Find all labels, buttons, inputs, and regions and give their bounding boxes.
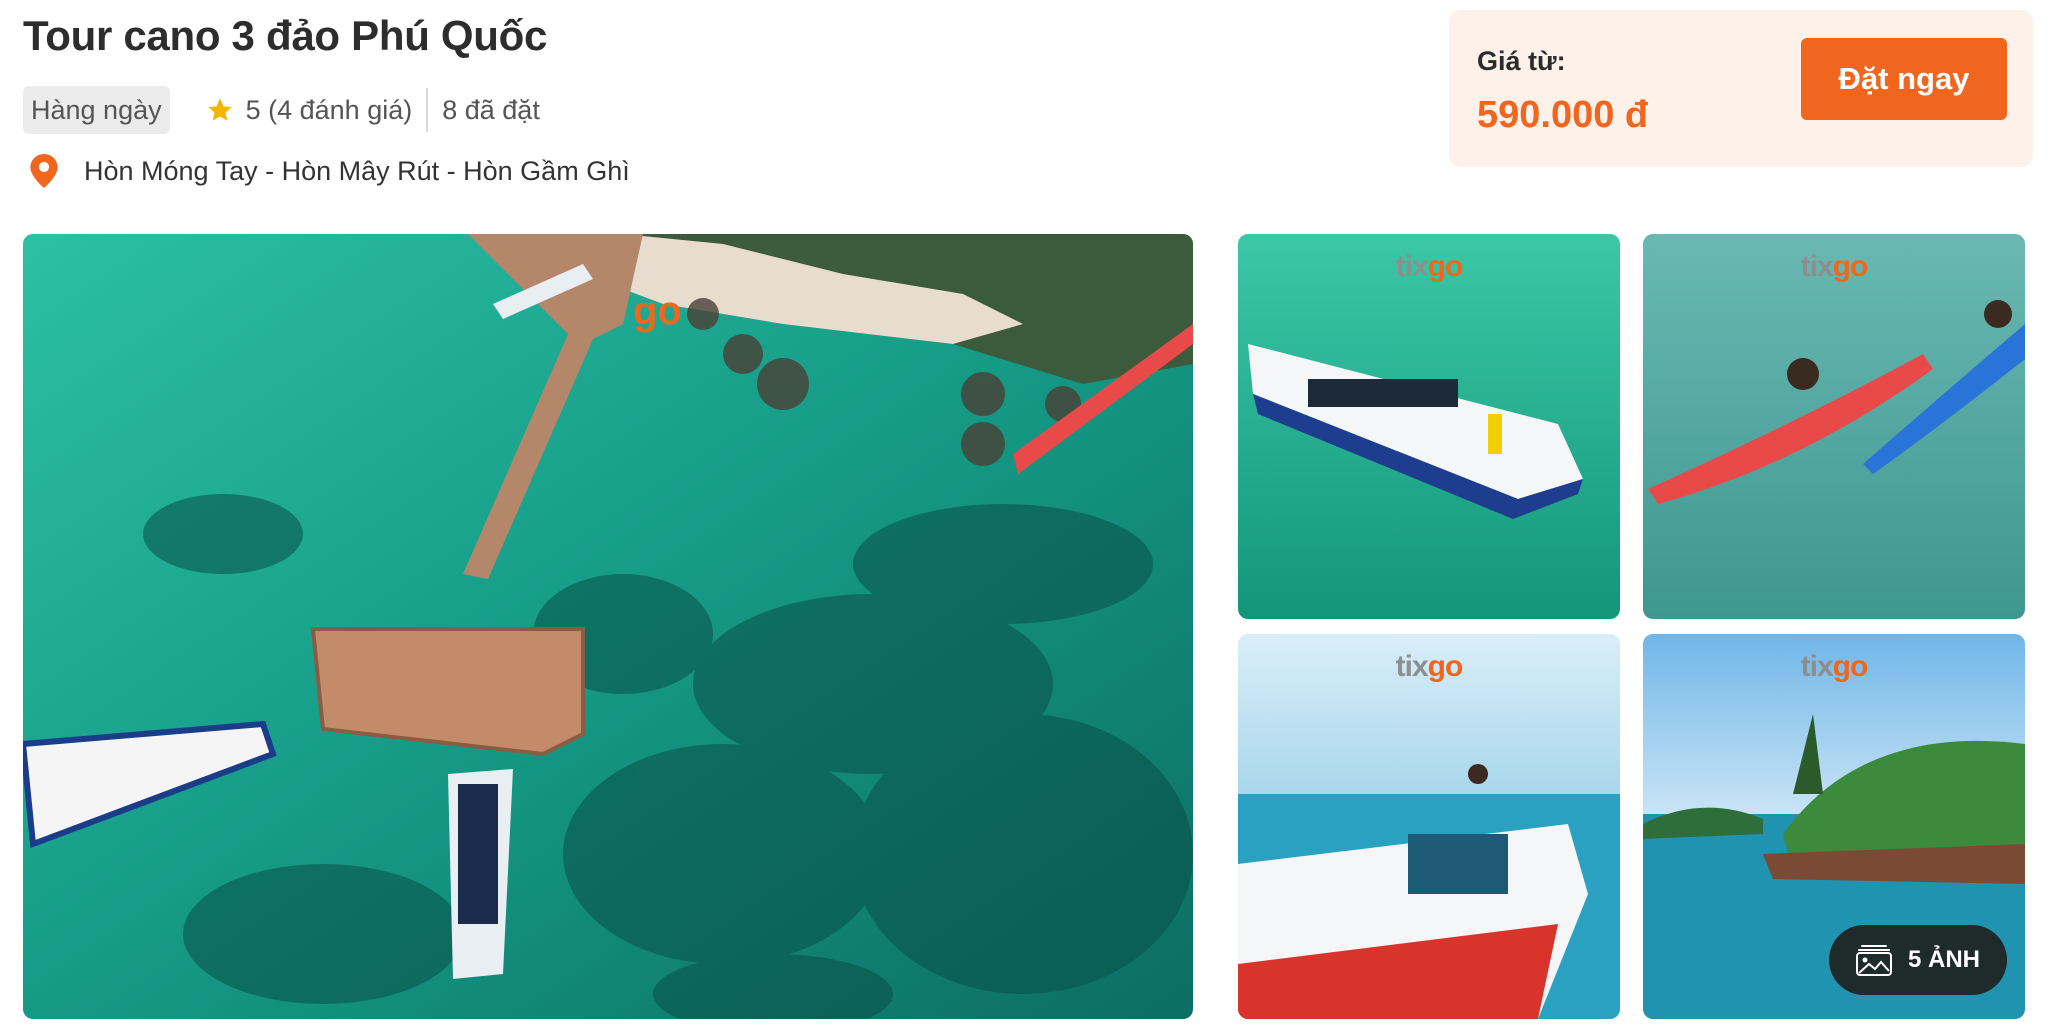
main-photo-image: go — [23, 234, 1193, 1019]
main-photo[interactable]: go — [23, 234, 1193, 1019]
tour-meta: Hàng ngày 5 (4 đánh giá) 8 đã đặt — [23, 86, 540, 134]
location-text: Hòn Móng Tay - Hòn Mây Rút - Hòn Gầm Ghì — [84, 155, 630, 186]
frequency-badge: Hàng ngày — [23, 86, 170, 134]
gallery-photo-speedboat[interactable]: tixgo — [1238, 634, 1620, 1019]
watermark: tixgo — [1395, 250, 1464, 283]
location-pin-icon — [30, 154, 58, 188]
price-label: Giá từ: — [1477, 46, 1566, 76]
watermark: tixgo — [1800, 650, 1869, 683]
photo-count: 5 ẢNH — [1907, 946, 1980, 973]
rating-text: 5 (4 đánh giá) — [245, 94, 413, 125]
booked-count: 8 đã đặt — [442, 94, 540, 125]
book-now-button[interactable]: Đặt ngay — [1801, 38, 2007, 120]
kayak-photo-image — [1643, 234, 2025, 619]
speedboat-photo-image — [1238, 634, 1620, 1019]
star-icon — [207, 98, 232, 121]
gallery-photo-kayak[interactable]: tixgo — [1643, 234, 2025, 619]
location: Hòn Móng Tay - Hòn Mây Rút - Hòn Gầm Ghì — [30, 154, 630, 188]
watermark: tixgo — [1800, 250, 1869, 283]
watermark: tixgo — [1395, 650, 1464, 683]
page-title: Tour cano 3 đảo Phú Quốc — [23, 12, 548, 59]
gallery-photo-boat[interactable]: tixgo — [1238, 234, 1620, 619]
view-all-photos-button[interactable]: 5 ẢNH — [1829, 925, 2007, 995]
images-icon — [1855, 945, 1892, 976]
boat-photo-image — [1238, 234, 1620, 619]
rating[interactable]: 5 (4 đánh giá) — [206, 94, 413, 126]
price-box: Giá từ: 590.000 đ Đặt ngay — [1449, 10, 2033, 167]
price-value: 590.000 đ — [1477, 94, 1649, 136]
svg-text:go: go — [633, 289, 682, 333]
divider — [426, 88, 429, 132]
